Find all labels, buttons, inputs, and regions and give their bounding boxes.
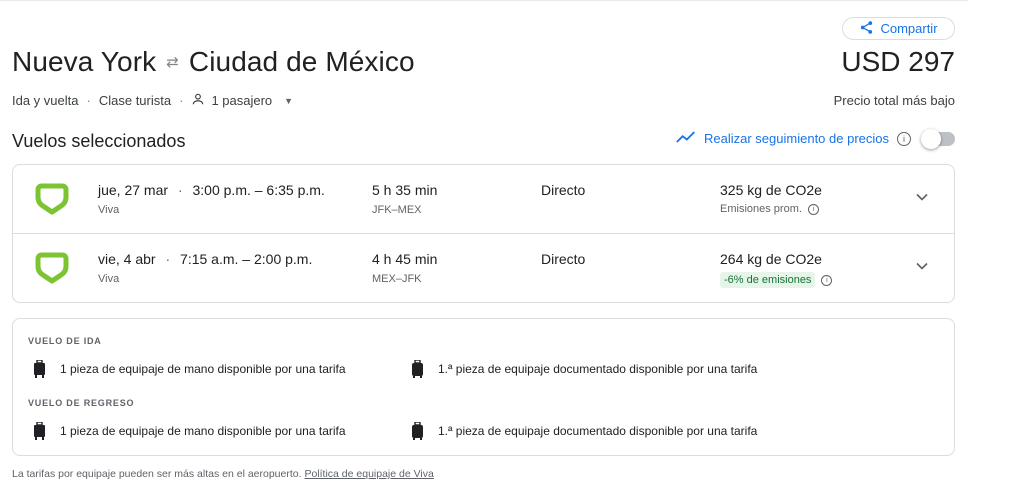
carry-on-text: 1 pieza de equipaje de mano disponible p…: [60, 362, 346, 376]
emissions-note: Emisiones prom. i: [720, 203, 819, 215]
flight-datetime: vie, 4 abr · 7:15 a.m. – 2:00 p.m.: [98, 251, 313, 267]
caret-down-icon: ▼: [284, 95, 294, 106]
selected-flights-card: jue, 27 mar · 3:00 p.m. – 6:35 p.m. Viva…: [12, 164, 955, 303]
section-title: Vuelos seleccionados: [12, 131, 186, 151]
checked-bag-item: 1.ª pieza de equipaje documentado dispon…: [411, 360, 757, 378]
checked-bag-item: 1.ª pieza de equipaje documentado dispon…: [411, 422, 757, 440]
checked-bag-icon: [412, 360, 423, 378]
carry-on-bag-icon: [34, 360, 45, 378]
origin-city: Nueva York: [12, 46, 157, 77]
flight-times: 3:00 p.m. – 6:35 p.m.: [192, 182, 325, 198]
trending-up-icon: [676, 130, 696, 147]
carry-on-item: 1 pieza de equipaje de mano disponible p…: [33, 360, 346, 378]
flight-route: JFK–MEX: [372, 204, 422, 216]
person-icon: [191, 92, 205, 109]
info-icon[interactable]: i: [821, 274, 833, 286]
outbound-baggage-label: VUELO DE IDA: [28, 336, 102, 346]
flight-date: jue, 27 mar: [98, 182, 169, 198]
trip-type: Ida y vuelta: [12, 93, 79, 108]
checked-bag-icon: [412, 422, 423, 440]
checked-bag-text: 1.ª pieza de equipaje documentado dispon…: [438, 362, 758, 376]
toggle-knob: [921, 128, 941, 149]
flight-row-return[interactable]: vie, 4 abr · 7:15 a.m. – 2:00 p.m. Viva …: [13, 234, 954, 303]
share-icon: [859, 20, 874, 38]
price-caption: Precio total más bajo: [833, 93, 955, 108]
passenger-selector[interactable]: 1 pasajero ▼: [191, 92, 293, 109]
track-prices-toggle[interactable]: [921, 128, 955, 149]
chevron-down-icon[interactable]: [912, 187, 932, 207]
emissions-note-text: Emisiones prom.: [720, 203, 802, 215]
carry-on-item: 1 pieza de equipaje de mano disponible p…: [33, 422, 346, 440]
flight-route: MEX–JFK: [372, 273, 422, 285]
flight-datetime: jue, 27 mar · 3:00 p.m. – 6:35 p.m.: [98, 182, 325, 198]
airline-name: Viva: [98, 204, 120, 216]
flight-emissions: 325 kg de CO2e: [720, 182, 822, 198]
flight-stops: Directo: [541, 182, 586, 198]
baggage-info-card: VUELO DE IDA 1 pieza de equipaje de mano…: [12, 318, 955, 456]
flight-date: vie, 4 abr: [98, 251, 156, 267]
passenger-count: 1 pasajero: [211, 93, 273, 108]
emissions-note: -6% de emisiones i: [720, 272, 833, 288]
baggage-footer-note: La tarifas por equipaje pueden ser más a…: [12, 468, 434, 480]
share-button[interactable]: Compartir: [842, 17, 955, 40]
checked-bag-text: 1.ª pieza de equipaje documentado dispon…: [438, 424, 758, 438]
flight-duration: 4 h 45 min: [372, 251, 438, 267]
emissions-badge: -6% de emisiones: [720, 272, 816, 288]
route-title: Nueva York ⇄ Ciudad de México: [12, 46, 415, 78]
carry-on-text: 1 pieza de equipaje de mano disponible p…: [60, 424, 346, 438]
trip-details: Ida y vuelta · Clase turista · 1 pasajer…: [12, 92, 293, 109]
info-icon[interactable]: i: [807, 203, 819, 215]
baggage-policy-link[interactable]: Política de equipaje de Viva: [304, 468, 433, 480]
share-label: Compartir: [880, 21, 938, 36]
flight-duration: 5 h 35 min: [372, 182, 438, 198]
separator-dot: ·: [179, 93, 184, 108]
price-tracking: Realizar seguimiento de precios i: [676, 128, 955, 149]
footer-note-text: La tarifas por equipaje pueden ser más a…: [12, 468, 302, 480]
flight-emissions: 264 kg de CO2e: [720, 251, 822, 267]
viva-logo-icon: [35, 252, 69, 284]
carry-on-bag-icon: [34, 422, 45, 440]
viva-logo-icon: [35, 183, 69, 215]
cabin-class: Clase turista: [98, 93, 172, 108]
destination-city: Ciudad de México: [188, 46, 415, 77]
total-price: USD 297: [841, 46, 955, 77]
top-divider: [0, 0, 968, 1]
flight-row-outbound[interactable]: jue, 27 mar · 3:00 p.m. – 6:35 p.m. Viva…: [13, 165, 954, 234]
flight-times: 7:15 a.m. – 2:00 p.m.: [180, 251, 313, 267]
flight-stops: Directo: [541, 251, 586, 267]
info-icon[interactable]: i: [897, 131, 911, 146]
chevron-down-icon[interactable]: [912, 256, 932, 276]
return-baggage-label: VUELO DE REGRESO: [28, 398, 135, 408]
round-trip-arrows-icon: ⇄: [166, 54, 179, 71]
airline-name: Viva: [98, 273, 120, 285]
separator-dot: ·: [86, 93, 91, 108]
track-prices-label[interactable]: Realizar seguimiento de precios: [704, 131, 889, 146]
